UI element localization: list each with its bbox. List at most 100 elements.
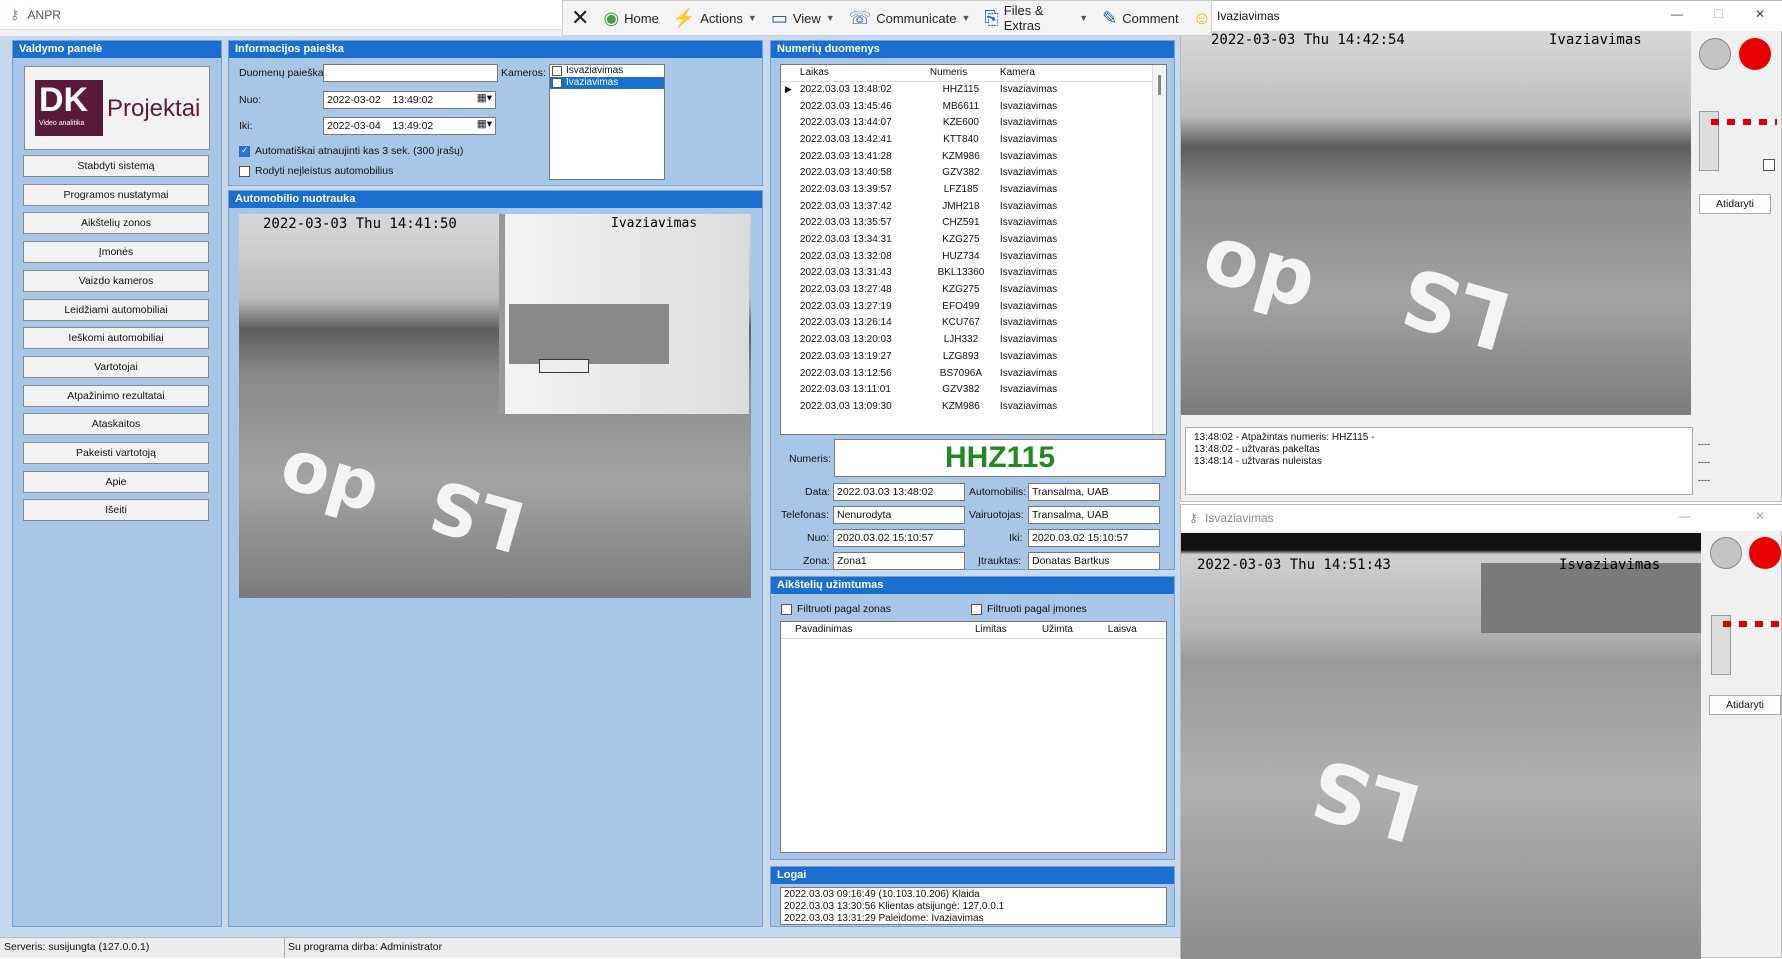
plates-scrollbar[interactable] xyxy=(1152,65,1166,434)
plate-row[interactable]: ▶ 2022.03.03 13:48:02 HHZ115 Isvaziavimas xyxy=(781,81,1166,98)
control-panel: Valdymo panelė DK Video analitika Projek… xyxy=(12,40,222,927)
plate-cell-time: 2022.03.03 13:19:27 xyxy=(799,350,892,362)
driver-field[interactable]: Transalma, UAB xyxy=(1028,506,1160,524)
plate-row[interactable]: 2022.03.03 13:19:27 LZG893 Isvaziavimas xyxy=(781,348,1166,365)
camera-event-log[interactable]: 13:48:02 - Atpažintas numeris: HHZ115 -1… xyxy=(1185,427,1693,495)
filter-companies-checkbox[interactable] xyxy=(971,604,982,615)
from-datetime-picker[interactable]: 2022-03-02 13:49:02 ▦▾ xyxy=(323,91,496,109)
to-datetime-picker[interactable]: 2022-03-04 13:49:02 ▦▾ xyxy=(323,117,496,135)
control-button-9[interactable]: Ataskaitos xyxy=(23,413,209,436)
logs-list[interactable]: 2022.03.03 09:16:49 (10.103.10.206) Klai… xyxy=(780,887,1167,925)
camera-checkbox[interactable] xyxy=(552,78,562,88)
plate-cell-time: 2022.03.03 13:09:30 xyxy=(799,400,892,412)
control-button-10[interactable]: Pakeisti vartotoją xyxy=(23,442,209,464)
auto-refresh-checkbox[interactable] xyxy=(239,145,250,157)
control-button-0[interactable]: Stabdyti sistemą xyxy=(23,155,209,177)
minimize-icon[interactable]: — xyxy=(1671,7,1683,21)
files-menu[interactable]: ⎘ Files & Extras ▼ xyxy=(984,3,1088,33)
camera-checkbox[interactable] xyxy=(552,66,562,76)
control-button-12[interactable]: Išeiti xyxy=(23,499,209,522)
close-toolbar-button[interactable]: ✕ xyxy=(571,5,589,31)
control-button-2[interactable]: Aikštelių zonos xyxy=(23,212,209,235)
plate-row[interactable]: 2022.03.03 13:12:56 BS7096A Isvaziavimas xyxy=(781,365,1166,382)
added-by-field[interactable]: Donatas Bartkus xyxy=(1028,552,1160,570)
plate-row[interactable]: 2022.03.03 13:44:07 KZE600 Isvaziavimas xyxy=(781,114,1166,131)
barrier-checkbox[interactable] xyxy=(1763,159,1775,171)
plates-table[interactable]: Laikas Numeris Kamera ▶ 2022.03.03 13:48:… xyxy=(780,64,1167,435)
show-denied-checkbox[interactable] xyxy=(239,166,250,177)
maximize-icon[interactable]: ☐ xyxy=(1713,7,1724,21)
home-button[interactable]: ◉ Home xyxy=(603,8,658,29)
plate-row[interactable]: 2022.03.03 13:39:57 LFZ185 Isvaziavimas xyxy=(781,181,1166,198)
plate-row[interactable]: 2022.03.03 13:27:48 KZG275 Isvaziavimas xyxy=(781,281,1166,298)
col-name[interactable]: Pavadinimas xyxy=(791,622,971,639)
plate-row[interactable]: 2022.03.03 13:26:14 KCU767 Isvaziavimas xyxy=(781,315,1166,332)
open-barrier-button[interactable]: Atidaryti xyxy=(1709,695,1781,715)
plate-cell-number: KTT840 xyxy=(943,133,979,145)
col-time[interactable]: Laikas xyxy=(795,65,926,82)
camera-item-1[interactable]: Ivaziavimas xyxy=(550,77,664,89)
communicate-menu[interactable]: ☏ Communicate ▼ xyxy=(849,8,971,29)
col-camera[interactable]: Kamera xyxy=(995,65,1166,82)
col-number[interactable]: Numeris xyxy=(925,65,996,82)
chevron-down-icon: ▼ xyxy=(825,13,835,23)
comment-button[interactable]: ✎ Comment xyxy=(1102,8,1178,29)
plate-row[interactable]: 2022.03.03 13:11:01 GZV382 Isvaziavimas xyxy=(781,381,1166,398)
phone-field[interactable]: Nenurodyta xyxy=(833,506,965,524)
data-search-input[interactable] xyxy=(323,64,498,82)
plate-row[interactable]: 2022.03.03 13:35:57 CHZ591 Isvaziavimas xyxy=(781,215,1166,232)
plate-row[interactable]: 2022.03.03 13:37:42 JMH218 Isvaziavimas xyxy=(781,198,1166,215)
row-indicator xyxy=(781,98,796,115)
plate-cell-camera: Isvaziavimas xyxy=(999,317,1058,329)
plate-row[interactable]: 2022.03.03 13:09:30 KZM986 Isvaziavimas xyxy=(781,398,1166,415)
row-indicator xyxy=(781,348,796,365)
zone-field[interactable]: Zona1 xyxy=(833,552,965,570)
occupancy-table[interactable]: Pavadinimas Limitas Užimta Laisva xyxy=(780,621,1167,853)
control-button-11[interactable]: Apie xyxy=(23,470,209,493)
control-button-6[interactable]: Ieškomi automobiliai xyxy=(23,327,209,350)
smiley-button[interactable]: ☺ xyxy=(1193,8,1211,29)
control-button-4[interactable]: Vaizdo kameros xyxy=(23,269,209,292)
col-limit[interactable]: Limitas xyxy=(971,622,1038,639)
plate-cell-number: LFZ185 xyxy=(943,183,979,195)
minimize-icon[interactable]: — xyxy=(1679,509,1691,523)
plate-row[interactable]: 2022.03.03 13:20:03 LJH332 Isvaziavimas xyxy=(781,331,1166,348)
row-indicator xyxy=(781,164,796,181)
plate-row[interactable]: 2022.03.03 13:40:58 GZV382 Isvaziavimas xyxy=(781,164,1166,181)
camera-list[interactable]: Isvaziavimas Ivaziavimas xyxy=(549,64,665,180)
col-occupied[interactable]: Užimta xyxy=(1037,622,1104,639)
row-indicator xyxy=(781,215,796,232)
plate-row[interactable]: 2022.03.03 13:27:19 EFO499 Isvaziavimas xyxy=(781,298,1166,315)
view-menu[interactable]: ▭ View ▼ xyxy=(771,8,835,29)
valid-from-field[interactable]: 2020.03.02 15:10:57 xyxy=(833,529,965,547)
added-by-label: Įtrauktas: xyxy=(978,555,1022,567)
camera-item-0[interactable]: Isvaziavimas xyxy=(550,65,664,77)
open-barrier-button[interactable]: Atidaryti xyxy=(1699,194,1771,214)
plate-row[interactable]: 2022.03.03 13:32:08 HUZ734 Isvaziavimas xyxy=(781,248,1166,265)
plate-row[interactable]: 2022.03.03 13:45:46 MB6611 Isvaziavimas xyxy=(781,98,1166,115)
car-field[interactable]: Transalma, UAB xyxy=(1028,483,1160,501)
close-icon[interactable]: ✕ xyxy=(1755,7,1765,21)
plate-cell-time: 2022.03.03 13:32:08 xyxy=(799,250,892,262)
actions-menu[interactable]: ⚡ Actions ▼ xyxy=(673,8,757,29)
scroll-thumb[interactable] xyxy=(1158,75,1161,95)
control-button-5[interactable]: Leidžiami automobiliai xyxy=(23,298,209,321)
control-button-3[interactable]: Įmonės xyxy=(23,241,209,264)
col-free[interactable]: Laisva xyxy=(1103,622,1166,639)
control-button-7[interactable]: Vartotojai xyxy=(23,355,209,378)
plate-row[interactable]: 2022.03.03 13:42:41 KTT840 Isvaziavimas xyxy=(781,131,1166,148)
date-field[interactable]: 2022.03.03 13:48:02 xyxy=(833,483,965,501)
camera-icon: ⚷ xyxy=(1189,511,1198,525)
plate-row[interactable]: 2022.03.03 13:31:43 BKL13360 Isvaziavimas xyxy=(781,265,1166,282)
plate-cell-number: HHZ115 xyxy=(942,84,980,96)
valid-to-field[interactable]: 2020.03.02 15:10:57 xyxy=(1028,529,1160,547)
plate-row[interactable]: 2022.03.03 13:34:31 KZG275 Isvaziavimas xyxy=(781,231,1166,248)
close-icon[interactable]: ✕ xyxy=(1755,509,1765,523)
control-button-1[interactable]: Programos nustatymai xyxy=(23,183,209,206)
barrier-arm-icon xyxy=(1723,621,1781,627)
show-denied-label: Rodyti neįleistus automobilius xyxy=(255,165,394,177)
filter-zones-checkbox[interactable] xyxy=(781,604,792,615)
current-row-indicator-icon: ▶ xyxy=(785,84,792,95)
control-button-8[interactable]: Atpažinimo rezultatai xyxy=(23,384,209,407)
plate-row[interactable]: 2022.03.03 13:41:28 KZM986 Isvaziavimas xyxy=(781,148,1166,165)
